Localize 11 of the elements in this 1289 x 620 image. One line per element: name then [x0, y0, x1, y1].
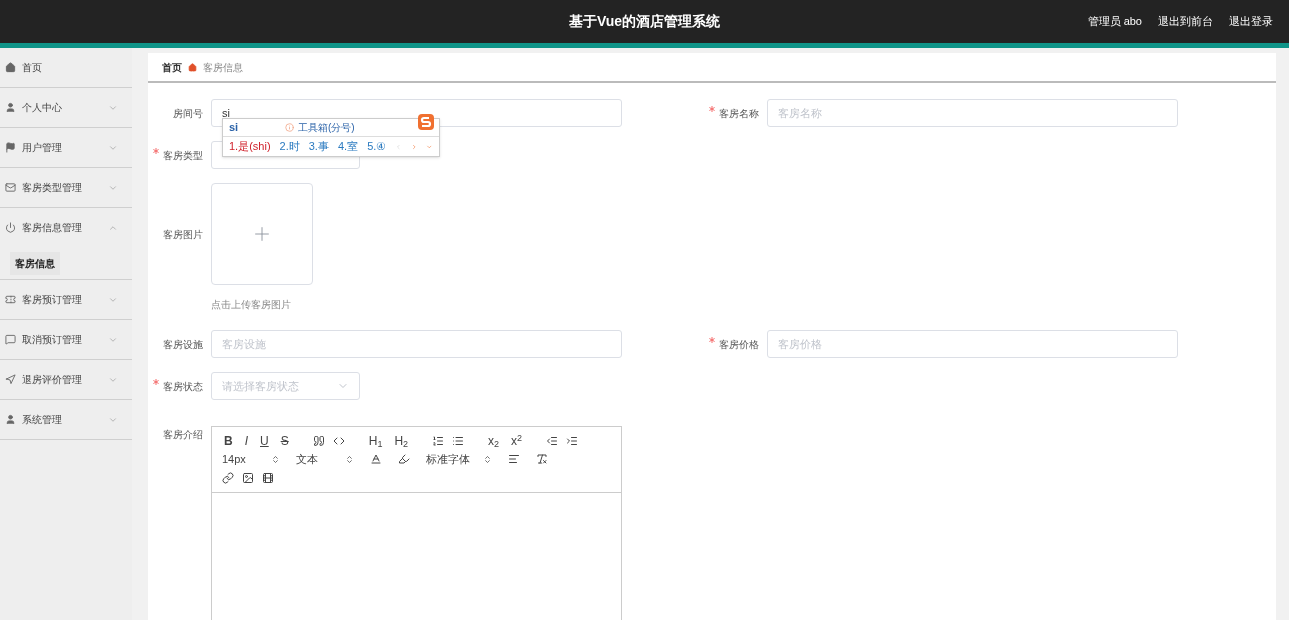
breadcrumb-item: 客房信息 — [203, 60, 243, 75]
app-title: 基于Vue的酒店管理系统 — [568, 12, 721, 31]
field-label: 客房设施 — [163, 337, 203, 352]
field-label: 客房介绍 — [163, 427, 203, 442]
upload-hint: 点击上传客房图片 — [211, 298, 292, 312]
field-label: 客房状态 — [163, 379, 203, 394]
field-label: 客房价格 — [719, 337, 759, 352]
field-label: 客房类型 — [163, 148, 203, 163]
field-label: 房间号 — [173, 106, 203, 121]
field-label: 客房图片 — [163, 227, 203, 242]
field-label: 客房名称 — [719, 106, 759, 121]
